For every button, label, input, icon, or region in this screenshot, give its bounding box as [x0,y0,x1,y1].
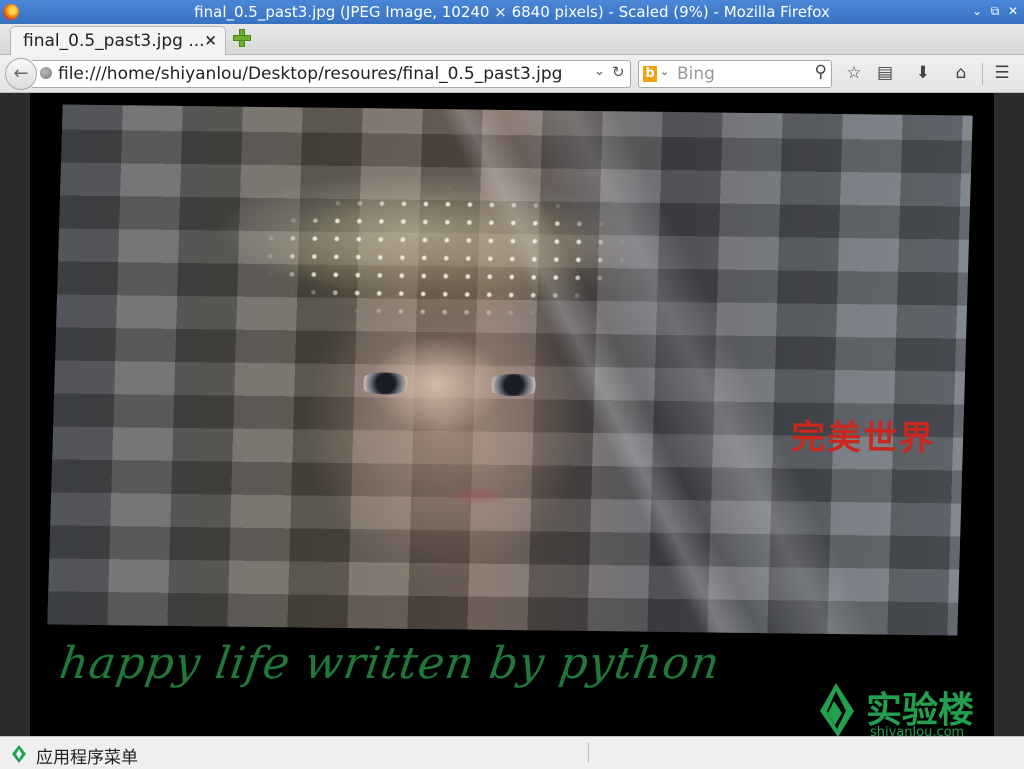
shiyanlou-leaf-icon [820,683,854,736]
url-text[interactable]: file:///home/shiyanlou/Desktop/resoures/… [58,64,562,84]
url-bar[interactable]: file:///home/shiyanlou/Desktop/resoures/… [32,60,631,88]
image-viewer[interactable]: 完美世界 happy life written by python 实验楼 sh… [30,93,994,736]
new-tab-icon[interactable] [232,28,252,48]
page-content: 完美世界 happy life written by python 实验楼 sh… [0,93,1024,736]
window-title: final_0.5_past3.jpg (JPEG Image, 10240 ×… [194,3,830,21]
engine-dropdown-icon[interactable]: ⌄ [660,65,669,78]
shiyanlou-watermark: 实验楼 shiyanlou.com [814,679,994,736]
left-eye [356,372,415,395]
tab-close-icon[interactable]: × [204,31,217,49]
application-menu[interactable]: 应用程序菜单 [36,743,138,768]
tab-label: final_0.5_past3.jpg ... [23,31,205,51]
watermark-url: shiyanlou.com [870,725,965,736]
flower-crown [190,156,697,353]
maximize-button[interactable]: ⧉ [988,4,1002,18]
bing-logo-icon[interactable]: b [643,66,657,82]
tab-strip: final_0.5_past3.jpg ... × [0,24,1024,55]
stamp-logo: 完美世界 [790,417,936,460]
toolbar-separator [982,63,983,85]
downloads-icon[interactable]: ⬇ [911,61,935,85]
globe-icon [40,67,52,79]
back-button[interactable]: ← [5,58,37,90]
open-menu-icon[interactable]: ☰ [990,61,1014,85]
bookmarks-menu-icon[interactable]: ▤ [873,61,897,85]
search-input[interactable] [675,62,809,86]
minimize-button[interactable]: ⌄ [970,4,984,18]
reload-icon[interactable]: ↻ [612,63,625,81]
history-dropdown-icon[interactable]: ⌄ [594,64,605,79]
search-icon[interactable]: ⚲ [815,62,827,82]
lips [445,486,511,506]
window-titlebar: final_0.5_past3.jpg (JPEG Image, 10240 ×… [0,0,1024,24]
navigation-bar: file:///home/shiyanlou/Desktop/resoures/… [0,55,1024,93]
app-menu-leaf-icon[interactable] [12,745,26,763]
photo-mosaic: 完美世界 [47,104,973,636]
tab-image[interactable]: final_0.5_past3.jpg ... × [10,26,226,55]
home-icon[interactable]: ⌂ [949,61,973,85]
bookmark-star-icon[interactable]: ☆ [842,61,866,85]
back-arrow-icon: ← [13,63,29,84]
search-bar[interactable]: b ⌄ ⚲ [638,60,832,88]
close-window-button[interactable]: ✕ [1006,4,1020,18]
taskbar: 应用程序菜单 [0,736,1024,769]
taskbar-separator [588,743,589,763]
right-eye [484,373,543,397]
image-caption: happy life written by python [56,638,724,689]
